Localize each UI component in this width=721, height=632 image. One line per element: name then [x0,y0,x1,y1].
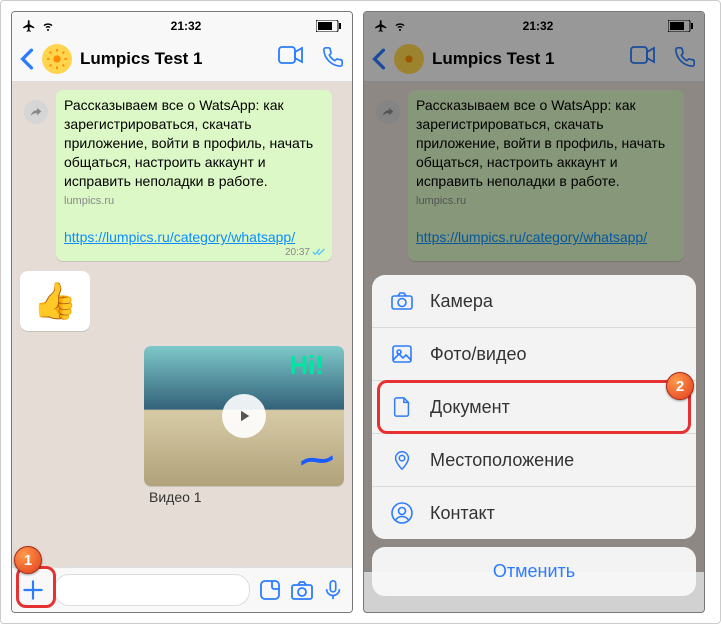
message-domain: lumpics.ru [64,195,114,207]
chat-header: Lumpics Test 1 [12,37,352,82]
attach-button[interactable] [20,577,46,603]
sheet-item-photo-video[interactable]: Фото/видео [372,328,696,381]
message-time: 20:37 [285,246,326,260]
screenshot-left: 21:32 Lumpics Test 1 Рассказы [11,11,353,613]
sheet-label: Документ [430,397,510,418]
play-icon[interactable] [222,394,266,438]
mic-button[interactable] [322,578,344,602]
document-icon [390,395,414,419]
video-call-button[interactable] [278,46,304,73]
sheet-item-camera[interactable]: Камера [372,275,696,328]
sheet-item-contact[interactable]: Контакт [372,487,696,539]
back-button[interactable] [20,48,34,70]
camera-button[interactable] [290,578,314,602]
sheet-label: Фото/видео [430,344,527,365]
sheet-label: Контакт [430,503,495,524]
input-bar [12,567,352,612]
message-input[interactable] [54,574,250,606]
contact-icon [390,501,414,525]
battery-icon [316,20,342,32]
chat-title[interactable]: Lumpics Test 1 [80,49,270,69]
camera-icon [390,289,414,313]
video-message[interactable]: Hi! ⁓ [144,346,344,486]
sheet-item-document[interactable]: Документ [372,381,696,434]
screenshot-right: 21:32 Lumpics Test 1 Рассказываем все о … [363,11,705,613]
sheet-label: Местоположение [430,450,574,471]
sheet-item-location[interactable]: Местоположение [372,434,696,487]
read-checkmark-icon [312,247,326,257]
forward-icon[interactable] [24,100,48,124]
photo-icon [390,342,414,366]
status-time: 21:32 [171,19,202,33]
airplane-icon [22,19,36,33]
video-caption: Видео 1 [144,489,344,505]
video-overlay-text: Hi! [289,350,324,381]
location-icon [390,448,414,472]
scribble-overlay: ⁓ [298,439,335,482]
chat-area: Рассказываем все о WatsApp: как зарегист… [12,82,352,572]
status-bar: 21:32 [12,12,352,37]
message-link[interactable]: https://lumpics.ru/category/whatsapp/ [64,229,295,245]
message-bubble[interactable]: Рассказываем все о WatsApp: как зарегист… [56,90,332,261]
annotation-badge-1: 1 [14,546,42,574]
sticker-button[interactable] [258,578,282,602]
annotation-badge-2: 2 [666,372,694,400]
attachment-action-sheet: Камера Фото/видео Документ Местоположени… [372,275,696,604]
thumbs-up-emoji: 👍 [33,280,78,322]
sheet-cancel[interactable]: Отменить [372,547,696,596]
sticker-message[interactable]: 👍 [20,271,90,331]
voice-call-button[interactable] [322,46,344,73]
message-text: Рассказываем все о WatsApp: как зарегист… [64,97,313,189]
sheet-label: Камера [430,291,493,312]
avatar[interactable] [42,44,72,74]
wifi-icon [40,20,56,32]
